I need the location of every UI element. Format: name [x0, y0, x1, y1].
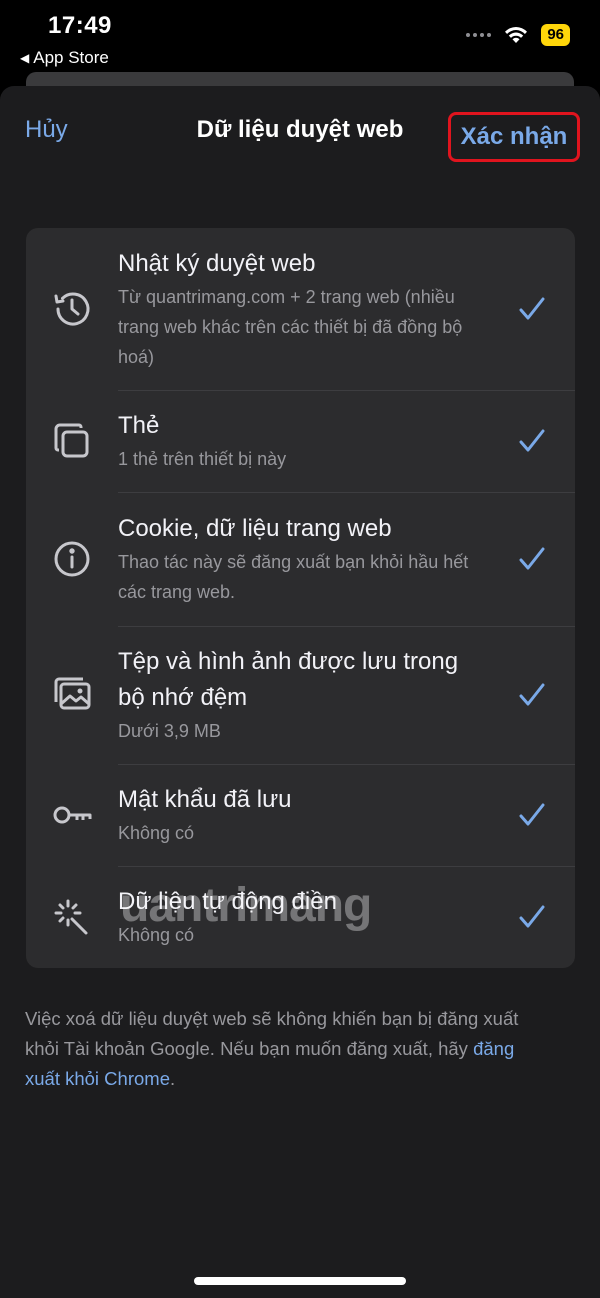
item-title: Thẻ [118, 412, 160, 439]
footer-end: . [169, 1068, 176, 1089]
item-title: Nhật ký duyệt web [118, 250, 316, 277]
watermark: uantrimang [120, 879, 372, 932]
item-title: Tệp và hình ảnh được lưu trong bộ nhớ đệ… [118, 648, 459, 711]
status-indicators: 96 [466, 24, 570, 46]
home-indicator[interactable] [194, 1277, 406, 1285]
status-bar: 17:49 ◀ App Store 96 [0, 0, 600, 72]
info-icon [54, 541, 90, 577]
item-subtitle: 1 thẻ trên thiết bị này [118, 449, 287, 469]
data-type-list: Nhật ký duyệt web Từ quantrimang.com + 2… [26, 228, 575, 968]
checkmark-icon [519, 905, 545, 928]
status-time: 17:49 [48, 12, 112, 39]
navigation-bar: Hủy Dữ liệu duyệt web Xác nhận [0, 86, 600, 176]
list-item-tabs[interactable]: Thẻ 1 thẻ trên thiết bị này [26, 390, 575, 492]
list-item-cookies[interactable]: Cookie, dữ liệu trang web Thao tác này s… [26, 492, 575, 626]
images-icon [54, 677, 91, 710]
item-title: Mật khẩu đã lưu [118, 786, 292, 813]
confirm-highlight: Xác nhận [448, 112, 580, 162]
checkmark-icon [519, 297, 545, 320]
battery-level: 96 [541, 24, 570, 46]
item-subtitle: Từ quantrimang.com + 2 trang web (nhiều … [118, 287, 463, 367]
footer-text: Việc xoá dữ liệu duyệt web sẽ không khiế… [25, 1008, 519, 1059]
clear-browsing-data-sheet: Hủy Dữ liệu duyệt web Xác nhận Nhật ký d… [0, 86, 600, 1298]
checkmark-icon [519, 803, 545, 826]
key-icon [53, 806, 92, 824]
history-icon [54, 292, 90, 326]
footer-note: Việc xoá dữ liệu duyệt web sẽ không khiế… [25, 1004, 550, 1094]
checkmark-icon [519, 683, 545, 706]
checkmark-icon [519, 429, 545, 452]
list-item-passwords[interactable]: Mật khẩu đã lưu Không có [26, 764, 575, 866]
back-triangle-icon: ◀ [20, 51, 30, 65]
item-subtitle: Không có [118, 823, 195, 843]
item-subtitle: Thao tác này sẽ đăng xuất bạn khỏi hầu h… [118, 552, 469, 602]
list-item-history[interactable]: Nhật ký duyệt web Từ quantrimang.com + 2… [26, 228, 575, 390]
item-subtitle: Dưới 3,9 MB [118, 721, 221, 741]
tabs-icon [54, 423, 89, 458]
back-app-label: App Store [33, 48, 109, 67]
item-title: Cookie, dữ liệu trang web [118, 515, 392, 542]
confirm-button[interactable]: Xác nhận [461, 123, 568, 151]
wifi-icon [505, 26, 528, 43]
cellular-signal-icon [466, 33, 492, 37]
checkmark-icon [519, 547, 545, 570]
autofill-wand-icon [54, 899, 88, 935]
list-item-cached-images[interactable]: Tệp và hình ảnh được lưu trong bộ nhớ đệ… [26, 626, 575, 764]
back-to-app-store[interactable]: ◀ App Store [20, 48, 109, 68]
